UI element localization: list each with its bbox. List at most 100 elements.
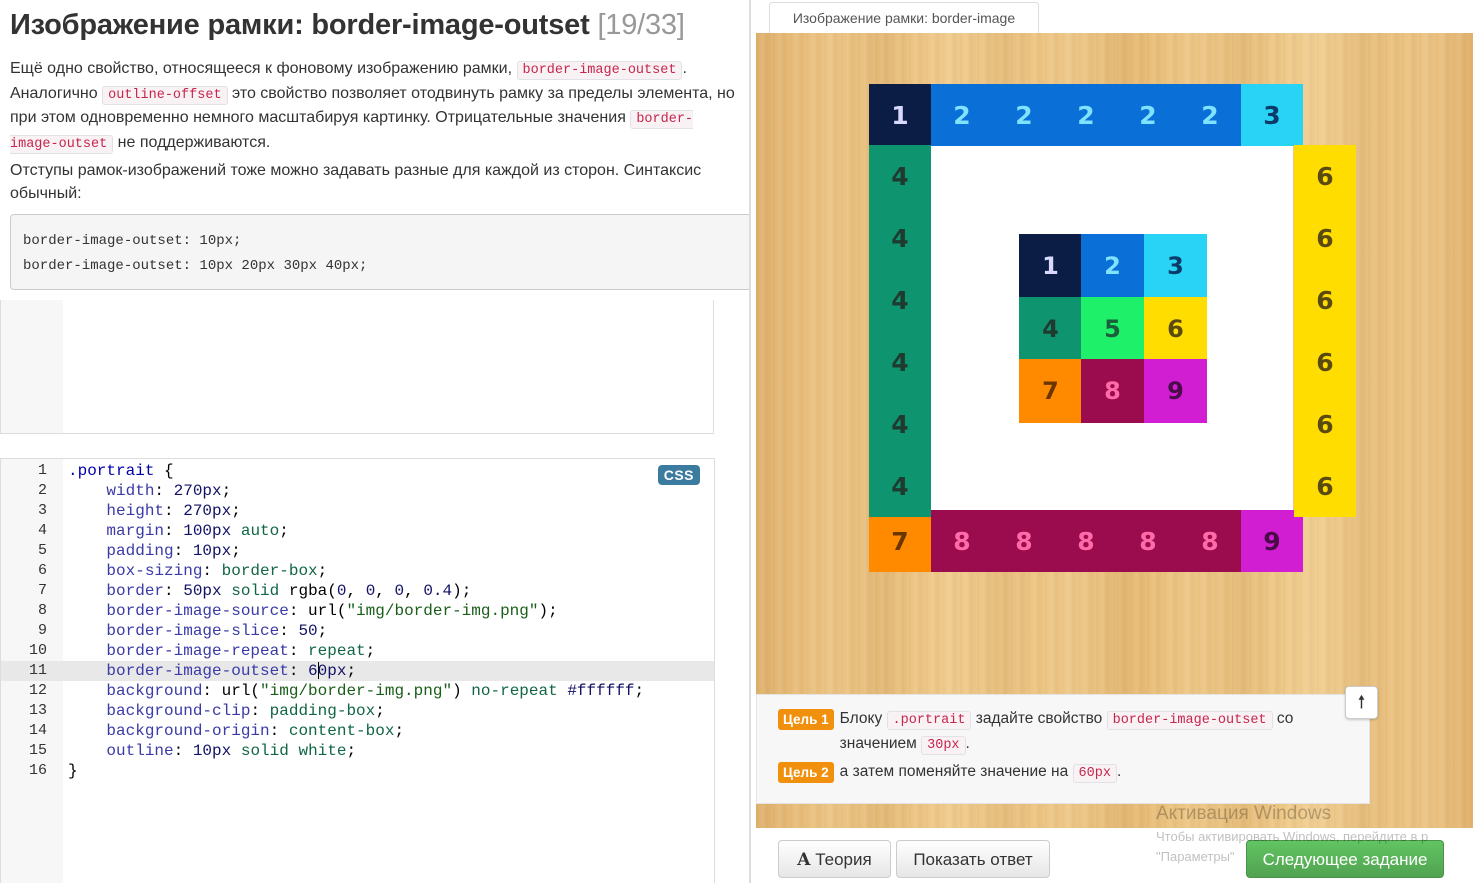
code-line: 13 background-clip: padding-box; [1, 701, 714, 721]
line-number: 9 [37, 622, 47, 639]
code-line: 9 border-image-slice: 50; [1, 621, 714, 641]
theory-label: Теория [815, 850, 872, 869]
grid-tile: 8 [1081, 359, 1144, 423]
theory-icon: A [797, 850, 811, 870]
goal-text: . [1116, 763, 1122, 780]
code-line: 7 border: 50px solid rgba(0, 0, 0, 0.4); [1, 581, 714, 601]
border-tile-top: 3 [1241, 84, 1303, 146]
inline-code: border-image-outset [516, 61, 683, 80]
show-answer-button[interactable]: Показать ответ [896, 840, 1050, 878]
next-task-button[interactable]: Следующее задание [1246, 840, 1444, 878]
border-tile-right: 6 [1294, 269, 1356, 331]
code-example: border-image-outset: 10px; border-image-… [10, 214, 750, 290]
windows-activation-text: "Параметры" [1156, 849, 1235, 864]
inline-code: 60px [1072, 764, 1117, 783]
code-text[interactable]: border: 50px solid rgba(0, 0, 0, 0.4); [68, 581, 471, 601]
border-tile-bottom: 8 [1179, 510, 1241, 572]
line-number: 1 [37, 462, 47, 479]
preview-panel: Изображение рамки: border-image 12222237… [751, 0, 1473, 883]
goal-text: задайте свойство [975, 710, 1103, 727]
code-text[interactable]: } [68, 761, 78, 781]
line-number: 14 [28, 722, 47, 739]
border-tile-right: 6 [1294, 331, 1356, 393]
border-tile-bottom: 9 [1241, 510, 1303, 572]
code-text[interactable]: width: 270px; [68, 481, 231, 501]
code-text[interactable]: outline: 10px solid white; [68, 741, 356, 761]
border-tile-bottom: 8 [1055, 510, 1117, 572]
portrait-background-image: 123456789 [1006, 222, 1218, 434]
goal-2-tag: Цель 2 [778, 762, 834, 783]
inline-code: 30px [921, 736, 966, 755]
inline-code: outline-offset [102, 85, 228, 105]
preview-tab[interactable]: Изображение рамки: border-image [769, 2, 1039, 33]
line-number: 16 [28, 762, 47, 779]
inline-code: border-image-outset [1106, 711, 1273, 730]
code-text[interactable]: padding: 10px; [68, 541, 240, 561]
code-line: 8 border-image-source: url("img/border-i… [1, 601, 714, 621]
collapse-goals-button[interactable]: 🠕 [1345, 686, 1378, 719]
mini-grid: 123456789 [1019, 234, 1207, 423]
grid-tile: 2 [1081, 234, 1144, 298]
goal-text: . [965, 735, 970, 752]
goal-1: Цель 1 Блоку .portrait задайте свойство b… [778, 707, 1310, 757]
border-tile-top: 2 [1117, 84, 1179, 146]
grid-tile: 4 [1019, 297, 1082, 361]
border-tile-top: 2 [1179, 84, 1241, 146]
code-text[interactable]: height: 270px; [68, 501, 240, 521]
grid-tile: 5 [1081, 297, 1144, 361]
code-line: 1 .portrait { [1, 461, 714, 481]
line-number: 10 [28, 642, 47, 659]
border-tile-bottom: 8 [1117, 510, 1179, 572]
code-line: 16} [1, 761, 714, 781]
html-editor[interactable] [0, 300, 714, 434]
code-line: 14 background-origin: content-box; [1, 721, 714, 741]
border-tile-bottom: 8 [993, 510, 1055, 572]
line-number: 13 [28, 702, 47, 719]
border-tile-bottom: 8 [931, 510, 993, 572]
lesson-paragraph-2: Отступы рамок-изображений тоже можно зад… [10, 162, 702, 202]
windows-activation-text: Чтобы активировать Windows, перейдите в … [1156, 829, 1429, 844]
line-number: 2 [37, 482, 47, 499]
code-example-line: border-image-outset: 10px 20px 30px 40px… [23, 258, 368, 274]
inline-code: .portrait [886, 711, 972, 730]
code-line-active: 11 border-image-outset: 60px; [1, 661, 714, 681]
code-text[interactable]: box-sizing: border-box; [68, 561, 327, 581]
code-text[interactable]: background-clip: padding-box; [68, 701, 384, 721]
grid-tile: 7 [1019, 359, 1082, 423]
code-lines[interactable]: 1 .portrait { 2 width: 270px; 3 height: 2… [1, 461, 714, 781]
code-text[interactable]: background: url("img/border-img.png") no… [68, 681, 644, 701]
code-line: 4 margin: 100px auto; [1, 521, 714, 541]
border-tile-left: 4 [869, 455, 931, 517]
border-tile-top: 2 [931, 84, 993, 146]
border-tile-right: 6 [1294, 145, 1356, 207]
css-editor[interactable]: CSS 1 .portrait { 2 width: 270px; 3 heigh… [0, 458, 715, 883]
goal-1-tag: Цель 1 [778, 709, 834, 730]
code-text[interactable]: background-origin: content-box; [68, 721, 404, 741]
line-number: 4 [37, 522, 47, 539]
code-text[interactable]: margin: 100px auto; [68, 521, 288, 541]
code-line: 5 padding: 10px; [1, 541, 714, 561]
border-tile-bottom: 7 [869, 510, 931, 572]
border-tile-top: 2 [993, 84, 1055, 146]
border-tile-left: 4 [869, 145, 931, 207]
code-line: 15 outline: 10px solid white; [1, 741, 714, 761]
code-text[interactable]: border-image-outset: 60px; [68, 661, 356, 681]
code-text[interactable]: .portrait { [68, 461, 174, 481]
code-line: 12 background: url("img/border-img.png")… [1, 681, 714, 701]
line-number: 3 [37, 502, 47, 519]
grid-tile: 6 [1144, 297, 1207, 361]
lesson-title-text: Изображение рамки: border-image-outset [10, 9, 590, 41]
code-line: 6 box-sizing: border-box; [1, 561, 714, 581]
p1-text-d: не поддерживаются. [117, 133, 271, 151]
code-text[interactable]: border-image-source: url("img/border-img… [68, 601, 557, 621]
code-example-line: border-image-outset: 10px; [23, 233, 242, 249]
lesson-paragraph-1: Ещё одно свойство, относящееся к фоновом… [10, 58, 740, 156]
theory-button[interactable]: A Теория [778, 840, 891, 878]
goals-panel: Цель 1 Блоку .portrait задайте свойство b… [756, 694, 1370, 804]
line-number: 11 [28, 662, 47, 679]
code-text[interactable]: border-image-repeat: repeat; [68, 641, 375, 661]
p1-text-a: Ещё одно свойство, относящееся к фоновом… [10, 60, 513, 77]
code-text[interactable]: border-image-slice: 50; [68, 621, 327, 641]
line-number: 6 [37, 562, 47, 579]
goal-text: а затем поменяйте значение на [839, 763, 1069, 780]
